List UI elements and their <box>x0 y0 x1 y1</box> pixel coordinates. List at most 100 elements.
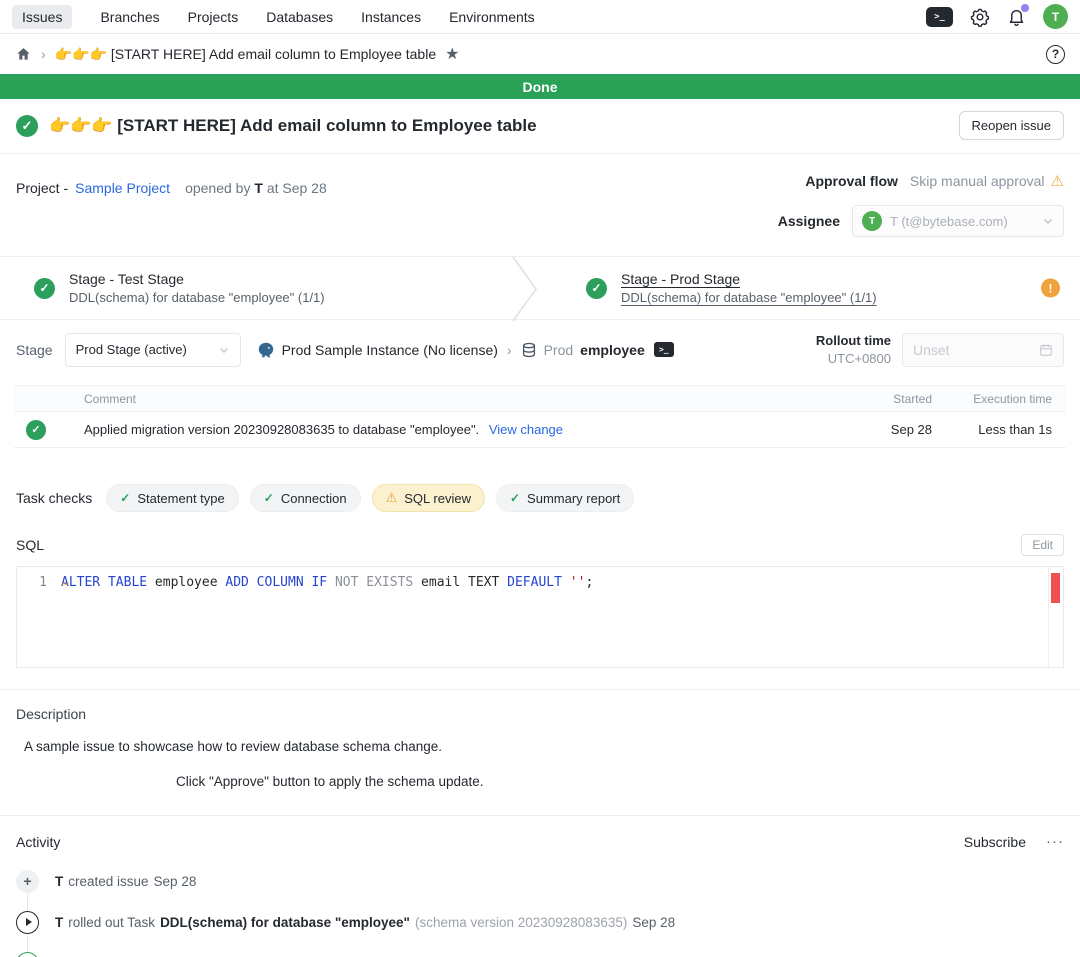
editor-overview-ruler <box>1048 567 1063 667</box>
reopen-issue-button[interactable]: Reopen issue <box>959 111 1065 140</box>
assignee-avatar: T <box>862 211 882 231</box>
activity-date: Sep 28 <box>154 874 197 889</box>
favorite-star-icon[interactable]: ★ <box>445 44 459 64</box>
task-started: Sep 28 <box>868 422 932 437</box>
project-label: Project - <box>16 180 68 196</box>
sql-token: '' <box>570 575 586 590</box>
sql-editor[interactable]: 1 ALTER TABLE employee ADD COLUMN IF NOT… <box>16 566 1064 668</box>
bell-icon[interactable] <box>1007 7 1026 27</box>
view-change-link[interactable]: View change <box>489 422 563 437</box>
breadcrumb: › 👉👉👉 [START HERE] Add email column to E… <box>0 34 1080 74</box>
instance-link[interactable]: Prod Sample Instance (No license) <box>257 341 498 359</box>
sql-token: email TEXT <box>413 575 507 590</box>
status-banner-label: Done <box>523 79 558 95</box>
stage-card-test[interactable]: ✓ Stage - Test Stage DDL(schema) for dat… <box>0 257 540 319</box>
description-line: Click "Approve" button to apply the sche… <box>176 774 1064 789</box>
activity-label: Activity <box>16 834 964 850</box>
stage-select-value: Prod Stage (active) <box>76 342 187 357</box>
help-icon[interactable]: ? <box>1046 45 1065 64</box>
assignee-select[interactable]: T T (t@bytebase.com) <box>852 205 1064 237</box>
sql-section: SQL Edit 1 ALTER TABLE employee ADD COLU… <box>0 534 1080 668</box>
check-pill-summary-report[interactable]: ✓ Summary report <box>496 484 634 512</box>
editor-warning-marker <box>1051 573 1060 603</box>
instance-name: Prod Sample Instance (No license) <box>282 342 498 358</box>
activity-item-created: + T created issue Sep 28 <box>16 867 1064 895</box>
assignee-label: Assignee <box>778 213 840 229</box>
activity-action: created issue <box>68 874 148 889</box>
stage-separator-chevron <box>512 257 538 321</box>
nav-item-projects[interactable]: Projects <box>188 9 239 25</box>
activity-action: rolled out Task <box>68 915 155 930</box>
task-checks: Task checks ✓ Statement type ✓ Connectio… <box>0 484 1080 512</box>
top-navigation: Issues Branches Projects Databases Insta… <box>0 0 1080 34</box>
check-pill-sql-review[interactable]: ⚠ SQL review <box>372 484 485 512</box>
stage-toolbar: Stage Prod Stage (active) Prod Sample In… <box>0 320 1080 379</box>
rollout-time-placeholder: Unset <box>913 342 950 358</box>
sql-token <box>327 575 335 590</box>
warning-triangle-icon[interactable]: ⚠ <box>1051 172 1064 190</box>
nav-item-environments[interactable]: Environments <box>449 9 535 25</box>
toolbar-separator: › <box>507 342 512 358</box>
assignee-value: T (t@bytebase.com) <box>890 214 1034 229</box>
database-name: employee <box>580 342 645 358</box>
check-pill-label: Statement type <box>137 491 224 506</box>
column-header-started: Started <box>868 392 932 406</box>
rollout-time-input[interactable]: Unset <box>902 333 1064 367</box>
activity-timeline: + T created issue Sep 28 T rolled out Ta… <box>16 867 1064 957</box>
open-sql-editor-icon[interactable]: >_ <box>654 342 674 357</box>
check-pill-label: SQL review <box>404 491 471 506</box>
issue-title-row: ✓ 👉👉👉 [START HERE] Add email column to E… <box>0 99 1080 154</box>
description-label: Description <box>16 706 1064 722</box>
calendar-icon <box>1039 343 1053 357</box>
task-success-check-icon: ✓ <box>26 420 46 440</box>
nav-item-issues[interactable]: Issues <box>12 5 72 29</box>
nav-item-branches[interactable]: Branches <box>100 9 159 25</box>
activity-user: T <box>55 874 63 889</box>
check-warning-icon: ⚠ <box>386 490 398 506</box>
chevron-down-icon <box>218 344 230 356</box>
check-pill-connection[interactable]: ✓ Connection <box>250 484 361 512</box>
sql-token: DEFAULT <box>507 575 562 590</box>
nav-item-instances[interactable]: Instances <box>361 9 421 25</box>
approval-flow-value: Skip manual approval <box>910 173 1045 189</box>
sql-token: ; <box>585 575 593 590</box>
stage-subtitle: DDL(schema) for database "employee" (1/1… <box>621 290 877 305</box>
avatar[interactable]: T <box>1043 4 1068 29</box>
stage-card-prod[interactable]: ✓ Stage - Prod Stage DDL(schema) for dat… <box>540 257 1080 319</box>
opened-user: T <box>254 180 263 196</box>
check-pill-statement-type[interactable]: ✓ Statement type <box>106 484 239 512</box>
edit-sql-button[interactable]: Edit <box>1021 534 1064 556</box>
stage-title: Stage - Prod Stage <box>621 271 877 287</box>
activity-item-rollout: T rolled out Task DDL(schema) for databa… <box>16 908 1064 936</box>
sql-editor-terminal-icon[interactable]: >_ <box>926 7 953 27</box>
chevron-down-icon <box>1042 215 1054 227</box>
stage-pipeline: ✓ Stage - Test Stage DDL(schema) for dat… <box>0 256 1080 320</box>
project-link[interactable]: Sample Project <box>75 180 170 196</box>
sql-token: ADD COLUMN IF <box>225 575 327 590</box>
table-row[interactable]: ✓ Applied migration version 202309280836… <box>14 412 1066 448</box>
check-success-icon: ✓ <box>120 491 130 505</box>
activity-date: Sep 28 <box>632 915 675 930</box>
stage-title: Stage - Test Stage <box>69 271 325 287</box>
more-actions-icon[interactable]: ··· <box>1046 833 1064 850</box>
column-header-execution-time: Execution time <box>948 392 1052 406</box>
stage-select-label: Stage <box>16 342 53 358</box>
database-link[interactable]: Prod employee >_ <box>521 342 674 358</box>
sql-token <box>562 575 570 590</box>
database-icon <box>521 342 537 358</box>
stage-select[interactable]: Prod Stage (active) <box>65 333 241 367</box>
check-pill-label: Connection <box>281 491 347 506</box>
gear-icon[interactable] <box>970 7 990 27</box>
stage-alert-icon[interactable]: ! <box>1041 279 1060 298</box>
home-icon[interactable] <box>15 46 32 62</box>
subscribe-button[interactable]: Subscribe <box>964 834 1026 850</box>
postgres-icon <box>257 341 275 359</box>
check-success-icon: ✓ <box>510 491 520 505</box>
status-banner: Done <box>0 74 1080 99</box>
sql-token: employee <box>147 575 225 590</box>
check-success-icon: ✓ <box>264 491 274 505</box>
nav-item-databases[interactable]: Databases <box>266 9 333 25</box>
plus-icon: + <box>16 870 39 893</box>
rollout-time-label: Rollout time <box>816 332 891 350</box>
task-checks-label: Task checks <box>16 490 92 506</box>
